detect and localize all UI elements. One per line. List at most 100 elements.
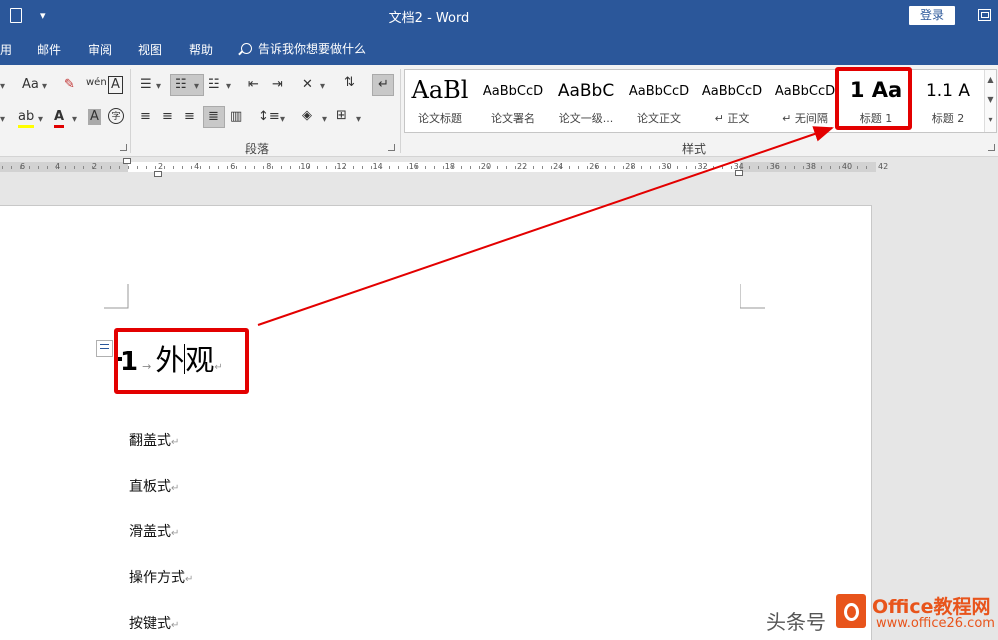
change-case-dropdown-icon[interactable]: ▾ [42, 79, 47, 95]
justify-icon: ≣ [208, 109, 219, 124]
increase-indent-icon[interactable]: ⇥ [272, 77, 283, 93]
phonetic-guide-icon[interactable]: wén [86, 75, 107, 91]
paragraph-options-icon[interactable] [96, 340, 113, 357]
first-line-indent-marker[interactable] [123, 158, 131, 164]
ruler-tick [596, 166, 597, 169]
shading-dropdown-icon[interactable]: ▾ [322, 112, 327, 128]
ruler-number: 8 [266, 162, 272, 171]
style-paper-body[interactable]: AaBbCcD 论文正文 [623, 70, 695, 132]
style-name: 论文一级... [558, 112, 614, 125]
style-paper-author[interactable]: AaBbCcD 论文署名 [477, 70, 549, 132]
sort-icon[interactable]: ⇅ [344, 75, 355, 91]
styles-gallery-scrollbar[interactable]: ▲ ▼ ▾ [984, 70, 996, 132]
enclose-characters-icon[interactable]: 字 [108, 108, 124, 124]
ruler-tick [812, 166, 813, 169]
style-heading-2[interactable]: 1.1 A 标题 2 [913, 70, 983, 132]
font-color-dropdown-icon[interactable]: ▾ [72, 112, 77, 128]
character-shading-icon[interactable]: A [88, 109, 101, 125]
ruler-tick [425, 166, 426, 169]
body-paragraph[interactable]: 直板式↵ [129, 476, 179, 496]
tab-design[interactable]: 用 [0, 41, 12, 58]
ruler-tick [254, 166, 255, 169]
paragraph-dialog-launcher-icon[interactable] [388, 144, 395, 151]
style-paper-title[interactable]: AaBl 论文标题 [405, 70, 475, 132]
bullets-dropdown-icon[interactable]: ▾ [156, 79, 161, 95]
shading-icon[interactable]: ◈ [302, 108, 312, 124]
numbering-icon: ☷ [175, 77, 187, 92]
right-indent-marker[interactable] [735, 170, 743, 176]
tab-review[interactable]: 审阅 [88, 41, 112, 58]
body-paragraph[interactable]: 滑盖式↵ [129, 521, 179, 541]
multilevel-dropdown-icon[interactable]: ▾ [226, 79, 231, 95]
ruler-tick [623, 166, 624, 169]
ruler-tick [506, 166, 507, 169]
ruler-tick [281, 166, 282, 169]
ruler-tick [263, 166, 264, 169]
chinese-layout-dropdown-icon[interactable]: ▾ [320, 79, 325, 95]
horizontal-ruler[interactable]: 6 4 2 2 4 6 8 10 12 14 16 18 20 22 24 26 28 30 32 34 36 38 40 4… [0, 157, 998, 177]
restore-window-icon[interactable] [978, 9, 991, 21]
scroll-down-icon[interactable]: ▼ [985, 90, 996, 110]
distributed-icon[interactable]: ▥ [230, 109, 242, 125]
tab-mailings[interactable]: 邮件 [37, 41, 61, 58]
font-color-icon[interactable]: A [54, 109, 65, 128]
ruler-tick [92, 166, 93, 169]
search-icon [241, 43, 252, 54]
highlight-color-icon[interactable]: ab [18, 109, 35, 128]
style-paper-level1[interactable]: AaBbC 论文一级... [551, 70, 621, 132]
document-canvas[interactable]: 1 → 外观↵ 翻盖式↵ 直板式↵ 滑盖式↵ 操作方式↵ 按键式↵ [0, 177, 998, 640]
clear-formatting-icon[interactable]: ✎ [64, 77, 75, 93]
style-no-spacing[interactable]: AaBbCcD ↵ 无间隔 [769, 70, 841, 132]
ruler-tick [335, 166, 336, 169]
ruler-tick [803, 166, 804, 169]
ruler-number: 18 [444, 162, 455, 171]
ruler-tick [821, 166, 822, 169]
borders-icon[interactable]: ⊞ [336, 108, 347, 124]
multilevel-list-icon[interactable]: ☳ [208, 77, 220, 93]
ruler-tick [146, 166, 147, 169]
align-center-icon[interactable]: ≡ [162, 109, 173, 125]
font-dropdown-icon[interactable]: ▾ [0, 112, 5, 128]
numbering-dropdown-icon[interactable]: ▾ [194, 79, 199, 95]
window-title: 文档2 - Word [388, 11, 470, 26]
styles-dialog-launcher-icon[interactable] [988, 144, 995, 151]
office-logo-icon [836, 594, 866, 628]
decrease-indent-icon[interactable]: ⇤ [248, 77, 259, 93]
ruler-tick [398, 166, 399, 169]
line-spacing-icon[interactable]: ↕≡ [258, 109, 280, 125]
tell-me-search[interactable]: 告诉我你想要做什么 [241, 40, 366, 57]
ruler-tick [866, 166, 867, 169]
more-styles-icon[interactable]: ▾ [985, 110, 996, 130]
line-spacing-dropdown-icon[interactable]: ▾ [280, 112, 285, 128]
ruler-tick [164, 166, 165, 169]
margin-corner-mark [740, 284, 765, 309]
body-paragraph[interactable]: 操作方式↵ [129, 567, 193, 587]
ruler-tick [182, 166, 183, 169]
login-button[interactable]: 登录 [909, 6, 955, 25]
scroll-up-icon[interactable]: ▲ [985, 70, 996, 90]
ruler-tick [794, 166, 795, 169]
borders-dropdown-icon[interactable]: ▾ [356, 112, 361, 128]
margin-corner-mark [104, 284, 129, 309]
font-size-dropdown-icon[interactable]: ▾ [0, 79, 5, 95]
ruler-number: 16 [408, 162, 419, 171]
body-paragraph[interactable]: 按键式↵ [129, 613, 179, 633]
style-normal[interactable]: AaBbCcD ↵ 正文 [697, 70, 767, 132]
ruler-tick [317, 166, 318, 169]
tab-view[interactable]: 视图 [138, 41, 162, 58]
font-dialog-launcher-icon[interactable] [120, 144, 127, 151]
bullets-icon[interactable]: ☰ [140, 77, 152, 93]
character-border-icon[interactable]: A [108, 76, 123, 94]
style-preview: AaBbCcD [482, 84, 544, 99]
body-paragraph[interactable]: 翻盖式↵ [129, 430, 179, 450]
ruler-tick [11, 166, 12, 169]
ruler-number: 26 [589, 162, 600, 171]
ruler-tick [569, 166, 570, 169]
tab-help[interactable]: 帮助 [189, 41, 213, 58]
change-case-icon[interactable]: Aa [22, 77, 39, 93]
chinese-layout-icon[interactable]: ✕ [302, 77, 313, 93]
ruler-tick [173, 166, 174, 169]
highlight-dropdown-icon[interactable]: ▾ [38, 112, 43, 128]
align-left-icon[interactable]: ≡ [140, 109, 151, 125]
align-right-icon[interactable]: ≡ [184, 109, 195, 125]
